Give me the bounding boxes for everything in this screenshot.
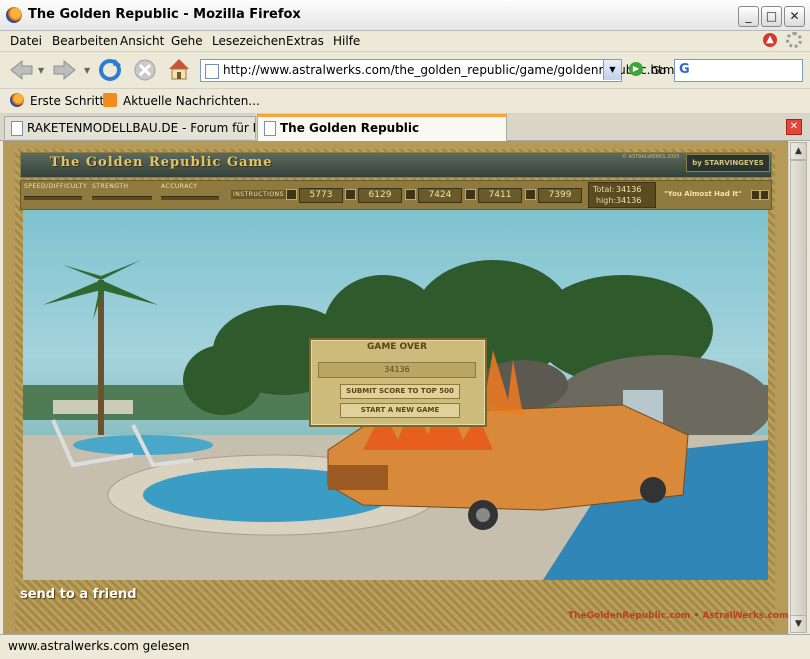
forward-dropdown-icon[interactable]: ▼	[84, 66, 90, 75]
firefox-logo-icon	[6, 7, 22, 23]
music-track-label: "You Almost Had It"	[664, 190, 742, 198]
accuracy-slider[interactable]	[161, 196, 219, 200]
menu-gehe[interactable]: Gehe	[171, 34, 203, 48]
throbber-icon	[786, 32, 802, 48]
status-bar: www.astralwerks.com gelesen	[0, 634, 810, 659]
round-5-icon	[525, 189, 536, 200]
send-to-friend-link[interactable]: send to a friend	[20, 587, 137, 602]
tab-golden-republic[interactable]: The Golden Republic	[257, 114, 507, 142]
total-value: 34136	[616, 185, 642, 194]
score-round-4: 7411	[478, 188, 522, 203]
url-dropdown-icon[interactable]: ▼	[603, 60, 621, 80]
start-new-game-button[interactable]: START A NEW GAME	[340, 403, 460, 418]
bookmarks-toolbar: Erste Schritte Aktuelle Nachrichten...	[0, 89, 810, 114]
page-icon	[11, 121, 23, 136]
game-title: The Golden Republic Game	[50, 155, 273, 170]
credit-badge: by STARVINGEYES	[686, 154, 770, 172]
bookmark-erste-schritte[interactable]: Erste Schritte	[30, 94, 112, 108]
back-arrow-icon[interactable]	[8, 58, 34, 82]
high-label: high:	[596, 196, 617, 205]
maximize-button[interactable]: □	[761, 6, 782, 27]
url-bar[interactable]: http://www.astralwerks.com/the_golden_re…	[200, 59, 674, 82]
speed-slider[interactable]	[24, 196, 82, 200]
submit-score-button[interactable]: SUBMIT SCORE TO TOP 500	[340, 384, 460, 399]
astralwerks-link[interactable]: AstralWerks.com	[702, 611, 788, 621]
round-2-icon	[345, 189, 356, 200]
update-alert-icon[interactable]: ▲	[763, 33, 777, 47]
menu-hilfe[interactable]: Hilfe	[333, 34, 360, 48]
scroll-thumb[interactable]	[790, 160, 807, 617]
page-icon	[264, 121, 276, 136]
high-value: 34136	[616, 196, 642, 205]
google-icon[interactable]: G	[679, 62, 690, 77]
strength-label: STRENGTH	[92, 183, 129, 190]
round-1-icon	[286, 189, 297, 200]
music-play-icon[interactable]	[751, 190, 760, 200]
menu-datei[interactable]: Datei	[10, 34, 42, 48]
golden-republic-link[interactable]: TheGoldenRepublic.com	[568, 611, 690, 621]
score-round-3: 7424	[418, 188, 462, 203]
music-next-icon[interactable]	[760, 190, 769, 200]
game-over-title: GAME OVER	[366, 342, 428, 352]
go-button[interactable]: Go	[651, 64, 666, 77]
minimize-button[interactable]: _	[738, 6, 759, 27]
page-icon	[205, 64, 219, 79]
tab-raketenmodellbau[interactable]: RAKETENMODELLBAU.DE - Forum für Experi..…	[4, 116, 256, 139]
scroll-down-icon[interactable]: ▼	[790, 615, 807, 633]
round-3-icon	[405, 189, 416, 200]
bookmark-aktuelle-nachrichten[interactable]: Aktuelle Nachrichten...	[123, 94, 260, 108]
stop-icon[interactable]	[132, 57, 158, 83]
instructions-button[interactable]: INSTRUCTIONS	[231, 190, 286, 199]
score-round-5: 7399	[538, 188, 582, 203]
menu-lesezeichen[interactable]: Lesezeichen	[212, 34, 286, 48]
footer-links: TheGoldenRepublic.com • AstralWerks.com	[568, 611, 788, 621]
vertical-scrollbar[interactable]: ▲ ▼	[788, 141, 807, 634]
forward-arrow-icon[interactable]	[52, 58, 78, 82]
tab-bar: RAKETENMODELLBAU.DE - Forum für Experi..…	[0, 114, 810, 142]
go-arrow-icon[interactable]: ▶	[629, 62, 643, 76]
firefox-bookmark-icon	[10, 93, 24, 107]
scroll-up-icon[interactable]: ▲	[790, 142, 807, 160]
speed-label: SPEED/DIFFICULTY	[24, 183, 88, 190]
menu-bearbeiten[interactable]: Bearbeiten	[52, 34, 118, 48]
status-text: www.astralwerks.com gelesen	[8, 639, 190, 653]
search-input[interactable]: G	[674, 59, 803, 82]
back-dropdown-icon[interactable]: ▼	[38, 66, 44, 75]
final-score: 34136	[318, 362, 476, 378]
window-title-bar[interactable]: The Golden Republic - Mozilla Firefox _ …	[0, 0, 810, 31]
score-round-2: 6129	[358, 188, 402, 203]
home-icon[interactable]	[166, 56, 192, 82]
accuracy-label: ACCURACY	[161, 183, 198, 190]
menu-bar: Datei Bearbeiten Ansicht Gehe Lesezeiche…	[0, 31, 810, 52]
tab-label: The Golden Republic	[280, 121, 420, 135]
reload-icon[interactable]	[97, 57, 123, 83]
rss-feed-icon	[103, 93, 117, 107]
tab-label: RAKETENMODELLBAU.DE - Forum für Experi..…	[27, 121, 255, 135]
menu-extras[interactable]: Extras	[286, 34, 324, 48]
window-title: The Golden Republic - Mozilla Firefox	[28, 7, 301, 22]
close-tab-icon[interactable]: ✕	[786, 119, 802, 135]
score-round-1: 5773	[299, 188, 343, 203]
round-4-icon	[465, 189, 476, 200]
total-label: Total:	[593, 185, 615, 194]
copyright-text: © ASTRALWERKS 2005	[622, 154, 680, 160]
close-button[interactable]: ✕	[784, 6, 805, 27]
strength-slider[interactable]	[92, 196, 152, 200]
menu-ansicht[interactable]: Ansicht	[120, 34, 164, 48]
footer-separator: •	[693, 611, 700, 621]
